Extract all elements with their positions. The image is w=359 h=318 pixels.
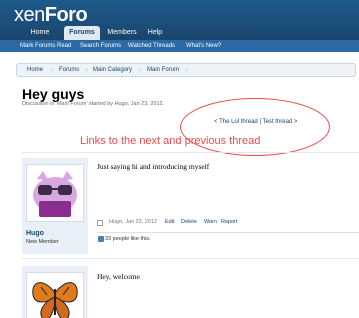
subnav-whats-new[interactable]: What's New?: [186, 40, 221, 52]
likes-count[interactable]: 33 people like this.: [105, 233, 151, 245]
thread-description: Discussion in 'Main Forum' started by Hu…: [22, 101, 165, 107]
post-date[interactable]: Hugo, Jan 23, 2012: [109, 219, 157, 225]
breadcrumb-chevron-icon: ›: [85, 65, 88, 74]
subnav-mark-forums-read[interactable]: Mark Forums Read: [20, 40, 71, 52]
page-title: Hey guys: [22, 86, 85, 102]
like-icon: [98, 236, 104, 242]
breadcrumb-chevron-icon: ›: [185, 65, 188, 74]
thread-navigation: < The Lol thread | Test thread >: [214, 119, 297, 125]
subnav-search-forums[interactable]: Search Forums: [80, 40, 121, 52]
nav-tab-home[interactable]: Home: [22, 26, 58, 40]
divider: [22, 258, 359, 259]
avatar[interactable]: [26, 272, 84, 318]
main-nav: Home Forums Members Help: [0, 26, 359, 40]
sub-nav: Mark Forums Read Search Forums Watched T…: [0, 40, 359, 52]
thread-link-separator: |: [259, 119, 261, 125]
breadcrumb-chevron-icon: ›: [51, 65, 54, 74]
breadcrumb-forums[interactable]: Forums: [59, 64, 79, 76]
user-title: New Member: [26, 239, 59, 245]
select-post-checkbox[interactable]: [97, 220, 103, 226]
post-user-info: [22, 266, 88, 318]
report-button[interactable]: Report: [221, 219, 238, 225]
subnav-watched-threads[interactable]: Watched Threads: [128, 40, 175, 52]
prev-thread-link[interactable]: < The Lol thread: [214, 119, 258, 125]
nav-tab-members[interactable]: Members: [102, 26, 142, 40]
pig-sunglasses-avatar-icon: [27, 165, 83, 221]
breadcrumb-main-category[interactable]: Main Category: [93, 64, 132, 76]
post-message: Hey, welcome: [97, 272, 140, 281]
annotation-text: Links to the next and previous thread: [80, 135, 261, 147]
breadcrumb-chevron-icon: ›: [139, 65, 142, 74]
breadcrumb-main-forum[interactable]: Main Forum: [147, 64, 179, 76]
edit-button[interactable]: Edit: [165, 219, 174, 225]
site-logo[interactable]: xenForo: [14, 4, 88, 27]
butterfly-avatar-icon: [27, 273, 83, 318]
post-author[interactable]: Hugo: [26, 230, 44, 237]
breadcrumb-home[interactable]: Home: [27, 64, 43, 76]
divider: [22, 152, 359, 153]
post-message: Just saying hi and introducing myself: [97, 162, 210, 171]
avatar[interactable]: [26, 164, 84, 222]
nav-tab-forums[interactable]: Forums: [64, 26, 100, 40]
likes-summary: 33 people like this.: [97, 232, 359, 246]
breadcrumb: Home › Forums › Main Category › Main For…: [16, 63, 356, 77]
warn-button[interactable]: Warn: [204, 219, 217, 225]
site-header: xenForo Home Forums Members Help Mark Fo…: [0, 0, 359, 52]
annotation-ellipse: [180, 98, 330, 156]
delete-button[interactable]: Delete: [181, 219, 197, 225]
next-thread-link[interactable]: Test thread >: [263, 119, 298, 125]
nav-tab-help[interactable]: Help: [140, 26, 170, 40]
